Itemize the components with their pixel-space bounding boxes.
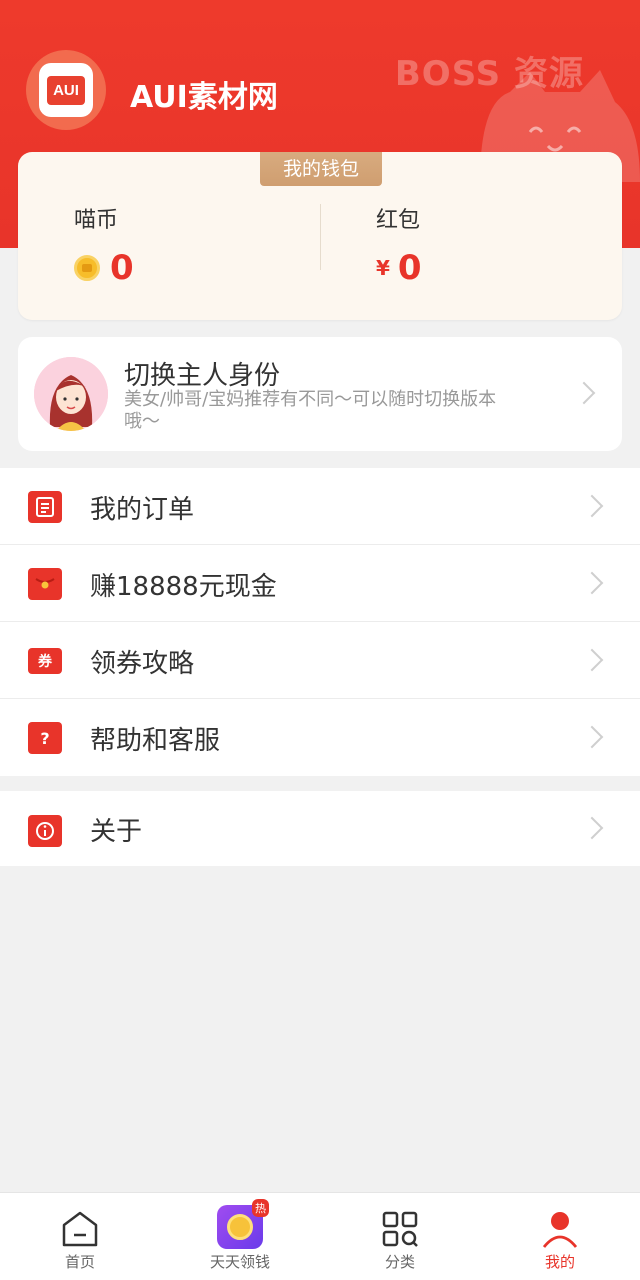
app-title: AUI素材网 xyxy=(130,80,278,115)
girl-avatar-icon xyxy=(34,357,108,431)
wallet-tag: 我的钱包 xyxy=(260,152,382,186)
about-label: 关于 xyxy=(90,817,143,847)
coupon-icon: 券 xyxy=(28,648,62,674)
redpacket-section[interactable]: 红包 ¥ 0 xyxy=(376,202,422,288)
avatar xyxy=(34,357,108,431)
switch-identity-card[interactable]: 切换主人身份 美女/帅哥/宝妈推荐有不同～可以随时切换版本哦～ xyxy=(18,337,622,451)
wallet-card[interactable]: 我的钱包 喵币 0 红包 ¥ 0 xyxy=(18,152,622,320)
menu-item-help[interactable]: ? 帮助和客服 xyxy=(0,699,640,776)
home-icon xyxy=(62,1211,98,1247)
chevron-right-icon xyxy=(580,648,604,672)
chevron-right-icon xyxy=(580,816,604,840)
menu-label: 赚18888元现金 xyxy=(90,572,277,602)
redpacket-value: 0 xyxy=(397,248,422,288)
red-packet-icon xyxy=(28,568,62,600)
redpacket-label: 红包 xyxy=(376,208,421,233)
menu-label: 我的订单 xyxy=(90,495,195,525)
chevron-right-icon xyxy=(572,381,596,405)
order-icon xyxy=(28,491,62,523)
info-icon xyxy=(28,815,62,847)
identity-title: 切换主人身份 xyxy=(124,361,281,391)
tab-home[interactable]: 首页 xyxy=(0,1193,160,1280)
logo-badge: AUI xyxy=(39,63,93,117)
identity-description: 美女/帅哥/宝妈推荐有不同～可以随时切换版本哦～ xyxy=(124,389,497,432)
tab-label: 天天领钱 xyxy=(209,1253,270,1271)
logo-text: AUI xyxy=(47,75,85,105)
tab-label: 我的 xyxy=(544,1253,575,1271)
app-logo: AUI xyxy=(26,50,106,130)
help-icon: ? xyxy=(28,722,62,754)
coin-icon xyxy=(74,255,100,281)
currency-symbol: ¥ xyxy=(376,256,390,280)
daily-money-icon: 热 xyxy=(217,1199,269,1249)
hot-badge: 热 xyxy=(252,1199,269,1217)
tab-daily-money[interactable]: 热 天天领钱 xyxy=(160,1193,320,1280)
chevron-right-icon xyxy=(580,571,604,595)
menu-item-earn-cash[interactable]: 赚18888元现金 xyxy=(0,545,640,622)
coins-value: 0 xyxy=(110,248,134,288)
tab-label: 分类 xyxy=(384,1253,415,1271)
menu-item-coupon-guide[interactable]: 券 领券攻略 xyxy=(0,622,640,699)
tab-label: 首页 xyxy=(64,1253,95,1271)
bottom-tab-bar: 首页 热 天天领钱 分类 我的 xyxy=(0,1192,640,1280)
tab-profile[interactable]: 我的 xyxy=(480,1193,640,1280)
chevron-right-icon xyxy=(580,494,604,518)
profile-icon xyxy=(542,1212,578,1248)
menu-item-about[interactable]: 关于 xyxy=(0,791,640,866)
category-icon xyxy=(382,1211,418,1247)
menu-list: 我的订单 赚18888元现金 券 领券攻略 ? 帮助和客服 xyxy=(0,468,640,776)
chevron-right-icon xyxy=(580,725,604,749)
menu-item-orders[interactable]: 我的订单 xyxy=(0,468,640,545)
tab-category[interactable]: 分类 xyxy=(320,1193,480,1280)
wallet-divider xyxy=(320,204,321,270)
coins-section[interactable]: 喵币 0 xyxy=(74,202,134,288)
coins-label: 喵币 xyxy=(74,208,119,233)
menu-label: 帮助和客服 xyxy=(90,726,221,756)
menu-label: 领券攻略 xyxy=(90,649,195,679)
